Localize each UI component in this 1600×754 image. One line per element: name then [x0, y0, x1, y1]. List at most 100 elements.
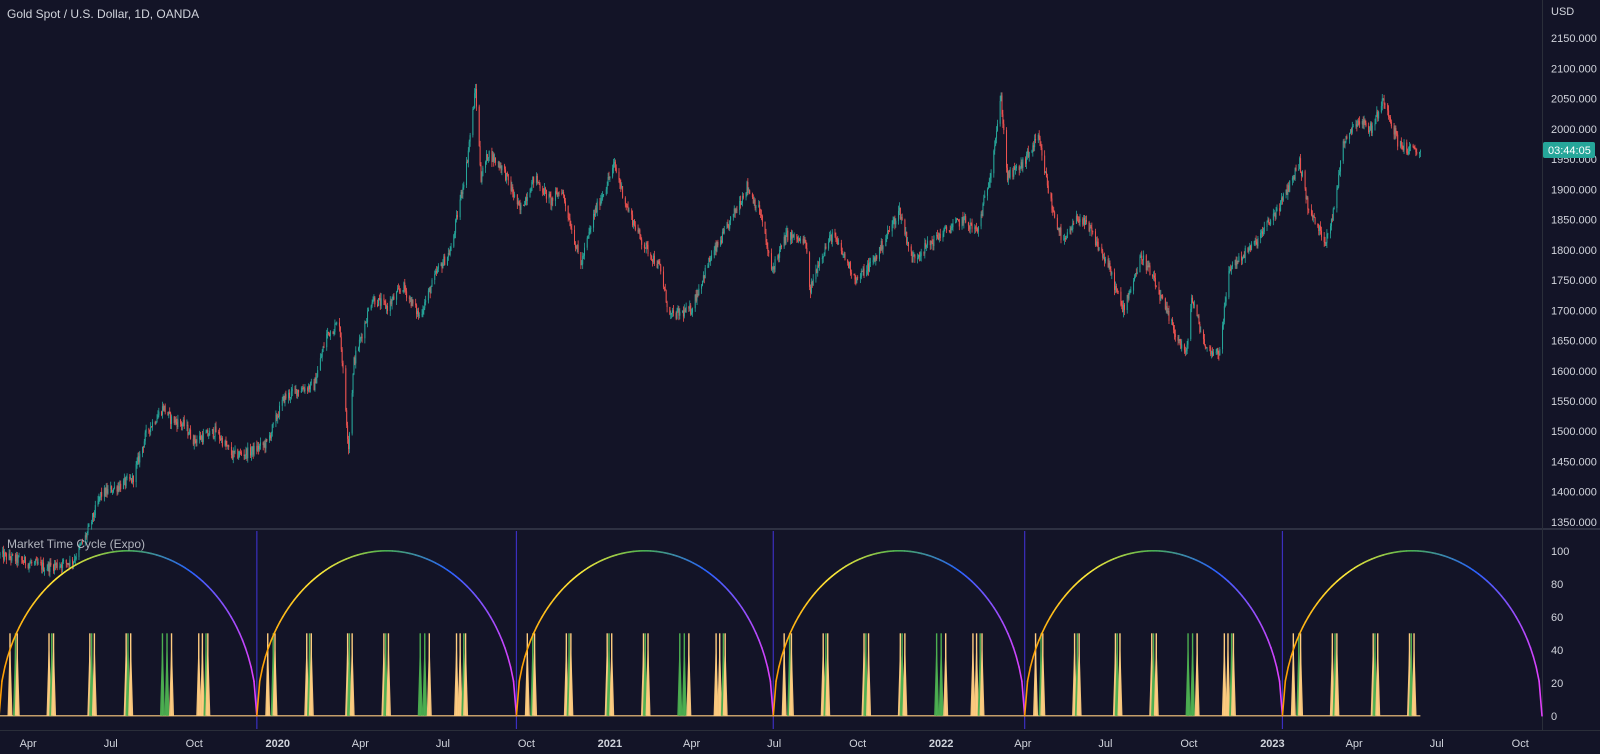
candle-body — [773, 266, 775, 270]
candle-body — [599, 201, 601, 206]
candle-body — [272, 422, 274, 425]
candle-body — [371, 302, 373, 306]
candle-body — [702, 275, 704, 281]
candle-body — [444, 256, 446, 266]
candle-body — [1313, 215, 1315, 218]
candle-body — [633, 220, 635, 226]
candle-body — [145, 429, 147, 433]
candle-body — [1184, 350, 1186, 353]
candle-body — [768, 251, 770, 254]
candle-body — [944, 227, 946, 230]
candle-body — [31, 562, 33, 564]
candle-body — [587, 235, 589, 239]
candle-body — [1096, 241, 1098, 243]
candle-body — [893, 218, 895, 221]
candle-body — [1124, 304, 1126, 310]
candle-body — [1073, 223, 1075, 225]
candle-body — [169, 411, 171, 413]
candle-body — [1388, 110, 1390, 117]
candle-body — [1289, 180, 1291, 192]
candle-body — [386, 305, 388, 309]
candle-body — [602, 195, 604, 199]
candle-body — [497, 162, 499, 164]
time-tick-label: Oct — [849, 738, 866, 750]
candle-body — [1091, 227, 1093, 232]
candle-body — [873, 257, 875, 261]
candle-body — [402, 290, 404, 292]
candle-body — [269, 435, 271, 441]
candle-body — [1401, 145, 1403, 147]
candle-body — [885, 238, 887, 247]
candle-body — [202, 433, 204, 443]
candle-body — [665, 290, 667, 303]
candle-body — [487, 157, 489, 161]
candle-body — [264, 443, 266, 449]
candle-body — [888, 230, 890, 232]
candle-body — [207, 430, 209, 436]
candle-body — [1056, 217, 1058, 229]
candle-body — [1267, 219, 1269, 223]
candle-body — [461, 191, 463, 195]
candle-body — [677, 308, 679, 311]
candle-body — [741, 196, 743, 204]
candle-body — [442, 263, 444, 269]
indicator-title: Market Time Cycle (Expo) — [7, 537, 145, 551]
candle-body — [1281, 197, 1283, 201]
candle-body — [1318, 226, 1320, 231]
candle-body — [1088, 221, 1090, 231]
candle-body — [1344, 141, 1346, 144]
candle-body — [253, 445, 255, 455]
chart-canvas: 1350.000 1400.000 1450.000 1500.000 1550.000… — [0, 0, 1600, 754]
candle-body — [18, 556, 20, 558]
candle-body — [1273, 212, 1275, 214]
candle-body — [900, 216, 902, 219]
candle-body — [672, 310, 674, 313]
candle-body — [1196, 304, 1198, 316]
candle-body — [328, 331, 330, 333]
candle-body — [783, 236, 785, 247]
candle-body — [507, 174, 509, 181]
candle-body — [1006, 167, 1008, 181]
candle-body — [1317, 223, 1319, 227]
candle-body — [948, 230, 950, 232]
candle-body — [316, 376, 318, 384]
candle-body — [908, 242, 910, 247]
candle-body — [422, 310, 424, 315]
candle-body — [278, 416, 280, 418]
candle-body — [583, 255, 585, 257]
time-tick-label: 2022 — [929, 738, 953, 750]
candle-body — [848, 262, 850, 268]
candle-body — [237, 449, 239, 459]
candle-body — [1209, 347, 1211, 349]
candle-body — [1377, 111, 1379, 119]
candle-body — [683, 309, 685, 317]
candle-body — [575, 247, 577, 249]
time-tick-label: 2020 — [265, 738, 289, 750]
candle-body — [1384, 103, 1386, 105]
candle-body — [1338, 174, 1340, 187]
candle-body — [8, 553, 10, 560]
candle-body — [428, 288, 430, 291]
candle-body — [1028, 151, 1030, 157]
candle-body — [627, 206, 629, 211]
candle-body — [1123, 304, 1125, 312]
candle-body — [1369, 130, 1371, 133]
candle-body — [1179, 339, 1181, 342]
candle-body — [1359, 121, 1361, 125]
candle-body — [53, 565, 55, 571]
candle-body — [424, 302, 426, 309]
candle-body — [181, 424, 183, 426]
candle-body — [351, 393, 353, 434]
candle-body — [1027, 150, 1029, 157]
candle-body — [279, 405, 281, 417]
candle-body — [874, 257, 876, 262]
candle-body — [266, 439, 268, 441]
candle-body — [759, 205, 761, 214]
candle-body — [1203, 339, 1205, 346]
candle-body — [1263, 226, 1265, 232]
candle-body — [411, 299, 413, 307]
indicator-tick-label: 100 — [1551, 546, 1569, 558]
candle-body — [919, 256, 921, 257]
candle-body — [1019, 166, 1021, 171]
candle-body — [558, 192, 560, 194]
